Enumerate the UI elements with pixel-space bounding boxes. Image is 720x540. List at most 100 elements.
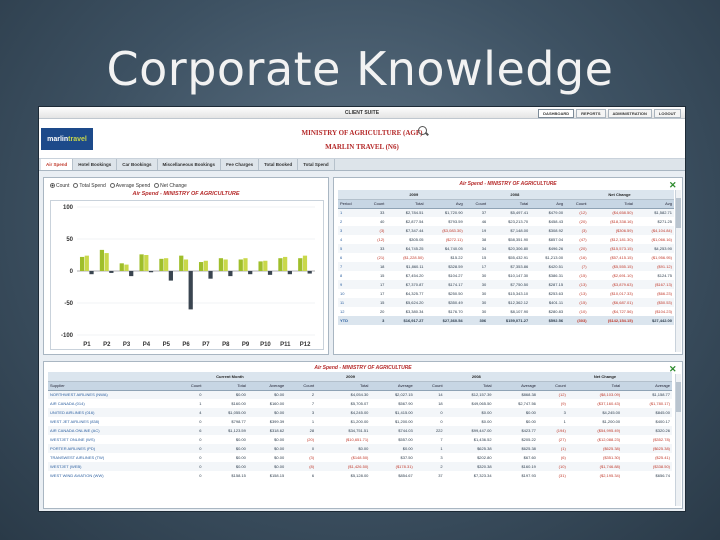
table-cell: $401.11 xyxy=(530,298,566,307)
row-label[interactable]: NORTHWEST AIRLINES (NWA) xyxy=(48,390,174,399)
table-cell: 18 xyxy=(362,262,387,271)
table2-col-header[interactable]: Total xyxy=(203,381,248,391)
table2-col-header[interactable]: Count xyxy=(414,381,445,391)
table2-col-header[interactable]: Average xyxy=(493,381,538,391)
row-label[interactable]: WEST JET AIRLINES (838) xyxy=(48,417,174,426)
table1-col-header[interactable]: Avg xyxy=(425,199,465,209)
table1-col-header[interactable]: Period xyxy=(338,199,363,209)
bar xyxy=(283,256,288,271)
radio-total-spend[interactable]: Total Spend xyxy=(73,183,106,189)
table2-col-header[interactable]: Count xyxy=(173,381,204,391)
row-label[interactable]: WESTJET (WEB) xyxy=(48,462,174,471)
table1-col-header[interactable]: Count xyxy=(565,199,589,209)
chart-box: 100 50 0 -50 -100 P1 P2 P3 P4 P5 P6 P7 P8 P9 P10 P11 P12 xyxy=(50,200,324,350)
row-label[interactable]: 2 xyxy=(338,217,363,226)
row-label[interactable]: 11 xyxy=(338,298,363,307)
table2-col-header[interactable]: Average xyxy=(247,381,287,391)
table2-col-header[interactable]: Average xyxy=(622,381,672,391)
table-cell: 306 xyxy=(464,316,489,325)
table-cell: 0 xyxy=(173,471,204,480)
menu-administration[interactable]: ADMINISTRATION xyxy=(607,109,652,118)
table-cell: $1,200.00 xyxy=(316,417,371,426)
table2-col-header[interactable]: Average xyxy=(370,381,415,391)
row-label[interactable]: 3 xyxy=(338,226,363,235)
scrollbar-thumb[interactable] xyxy=(676,382,681,412)
row-label[interactable]: 4 xyxy=(338,235,363,244)
tab-misc-bookings[interactable]: Miscellaneous Bookings xyxy=(158,159,222,170)
table1-col-header[interactable]: Count xyxy=(464,199,489,209)
tab-bar: Air Spend Hotel Bookings Car Bookings Mi… xyxy=(39,159,685,171)
table-cell: (10) xyxy=(565,307,589,316)
table-cell: $1,123.59 xyxy=(203,426,248,435)
x-tick-label: P4 xyxy=(143,342,151,348)
table-cell: $0.00 xyxy=(444,417,494,426)
menu-dashboard[interactable]: DASHBOARD xyxy=(538,109,575,118)
table-cell: $27,360.54 xyxy=(425,316,465,325)
table-cell: $557.00 xyxy=(370,435,415,444)
table-row: TRANSWEST AIRLINES (TW) 0 $0.00 $0.00 (3) ($1… xyxy=(48,453,672,462)
table-cell: 1 xyxy=(414,444,445,453)
row-label[interactable]: 10 xyxy=(338,289,363,298)
scrollbar[interactable] xyxy=(675,374,681,506)
row-label[interactable]: 8 xyxy=(338,271,363,280)
row-label[interactable]: AIR CANADA (014) xyxy=(48,399,174,408)
table-cell: ($4,658.50) xyxy=(588,208,635,217)
radio-count[interactable]: Count xyxy=(50,183,69,189)
table1-col-header[interactable]: Avg xyxy=(530,199,566,209)
table2-col-header[interactable]: Count xyxy=(537,381,568,391)
table-cell: ($5,555.15) xyxy=(588,262,635,271)
table2-col-header[interactable]: Supplier xyxy=(48,381,174,391)
scrollbar-thumb[interactable] xyxy=(676,198,681,228)
table-cell: $350.49 xyxy=(425,298,465,307)
table-cell: 0 xyxy=(286,444,317,453)
table-cell: $7,347.44 xyxy=(386,226,426,235)
tab-car-bookings[interactable]: Car Bookings xyxy=(117,159,158,170)
row-label[interactable]: 12 xyxy=(338,307,363,316)
y-tick-label: 50 xyxy=(66,237,73,243)
row-label[interactable]: 6 xyxy=(338,253,363,262)
table1-col-header[interactable]: Total xyxy=(386,199,426,209)
table1-col-header[interactable]: Avg xyxy=(634,199,674,209)
table2-col-header[interactable]: Total xyxy=(316,381,371,391)
menu-logout[interactable]: LOGOUT xyxy=(653,109,681,118)
tab-hotel-bookings[interactable]: Hotel Bookings xyxy=(73,159,118,170)
bar xyxy=(119,263,124,271)
tab-air-spend[interactable]: Air Spend xyxy=(41,159,74,170)
tab-fee-charges[interactable]: Fee Charges xyxy=(221,159,260,170)
search-icon[interactable] xyxy=(418,126,427,135)
scrollbar[interactable] xyxy=(675,190,681,352)
metric-radio-group: Count Total Spend Average Spend Net Chan… xyxy=(50,183,187,189)
radio-net-change[interactable]: Net Change xyxy=(154,183,187,189)
table1-col-header[interactable]: Total xyxy=(588,199,635,209)
bar xyxy=(104,253,109,271)
tab-total-spend[interactable]: Total Spend xyxy=(298,159,335,170)
table2-col-header[interactable]: Count xyxy=(286,381,317,391)
menu-reports[interactable]: REPORTS xyxy=(576,109,606,118)
row-label[interactable]: UNITED AIRLINES (016) xyxy=(48,408,174,417)
radio-average-spend[interactable]: Average Spend xyxy=(109,183,150,189)
row-label[interactable]: YTD xyxy=(338,316,363,325)
table-cell: ($1,746.88) xyxy=(567,462,623,471)
table2-col-header[interactable]: Total xyxy=(444,381,494,391)
close-icon[interactable]: ✕ xyxy=(669,181,677,190)
row-label[interactable]: WESTJET ONLINE (WS) xyxy=(48,435,174,444)
table1-col-header[interactable]: Total xyxy=(488,199,531,209)
row-label[interactable]: AIR CANADA ONLINE (AC) xyxy=(48,426,174,435)
table-cell: $8,107.90 xyxy=(488,307,531,316)
row-label[interactable]: WEST WIND AVIATION (WW) xyxy=(48,471,174,480)
row-label[interactable]: 9 xyxy=(338,280,363,289)
row-label[interactable]: 7 xyxy=(338,262,363,271)
table-cell: $58,351.90 xyxy=(488,235,531,244)
table2-col-header[interactable]: Total xyxy=(567,381,623,391)
table-cell: $158.15 xyxy=(247,471,287,480)
row-label[interactable]: PORTER AIRLINES (PD) xyxy=(48,444,174,453)
table-row: 12 20 $3,380.34 $176.70 30 $8,107.90 $280.83 (1… xyxy=(338,307,674,316)
table-cell: ($167.13) xyxy=(634,280,674,289)
row-label[interactable]: TRANSWEST AIRLINES (TW) xyxy=(48,453,174,462)
table-cell: ($57,415.15) xyxy=(588,253,635,262)
table-cell: $4,054.30 xyxy=(316,390,371,399)
table1-col-header[interactable]: Count xyxy=(362,199,387,209)
tab-total-booked[interactable]: Total Booked xyxy=(259,159,299,170)
row-label[interactable]: 1 xyxy=(338,208,363,217)
row-label[interactable]: 5 xyxy=(338,244,363,253)
